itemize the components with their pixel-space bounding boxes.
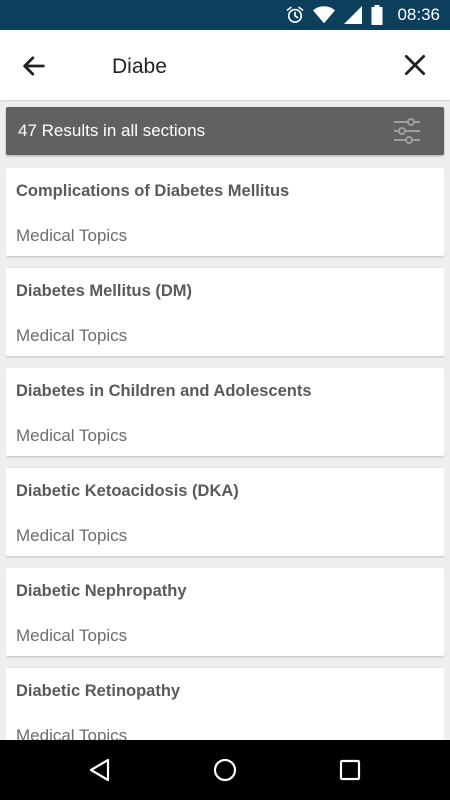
arrow-left-icon[interactable] [20,52,48,80]
results-summary-bar: 47 Results in all sections [6,107,444,155]
system-nav-bar [0,740,450,800]
alarm-icon [287,6,304,23]
result-section: Medical Topics [16,326,128,345]
result-card[interactable]: Diabetic Retinopathy Medical Topics [6,668,444,740]
back-triangle-icon[interactable] [87,757,113,783]
result-section: Medical Topics [16,726,128,740]
result-card[interactable]: Complications of Diabetes Mellitus Medic… [6,168,444,256]
results-count-label: 47 Results in all sections [18,121,206,140]
result-title: Complications of Diabetes Mellitus [16,182,290,200]
search-app-bar [0,30,450,100]
signal-icon [344,6,363,24]
search-input[interactable] [110,50,374,84]
result-card[interactable]: Diabetic Nephropathy Medical Topics [6,568,444,656]
result-card[interactable]: Diabetic Ketoacidosis (DKA) Medical Topi… [6,468,444,556]
result-section: Medical Topics [16,226,128,245]
wifi-icon [313,6,336,24]
result-title: Diabetic Ketoacidosis (DKA) [16,482,239,500]
result-section: Medical Topics [16,526,128,545]
result-title: Diabetes in Children and Adolescents [16,382,312,400]
status-icons: 08:36 [285,0,440,30]
result-section: Medical Topics [16,426,128,445]
recents-square-icon[interactable] [337,757,363,783]
close-icon[interactable] [402,52,428,78]
results-list: Complications of Diabetes Mellitus Medic… [6,168,444,740]
battery-icon [371,5,383,25]
sliders-icon[interactable] [392,117,422,145]
status-bar: 08:36 [0,0,450,30]
status-time: 08:36 [397,5,440,24]
result-title: Diabetic Retinopathy [16,682,181,700]
result-card[interactable]: Diabetes in Children and Adolescents Med… [6,368,444,456]
result-section: Medical Topics [16,626,128,645]
result-title: Diabetic Nephropathy [16,582,187,600]
home-circle-icon[interactable] [212,757,238,783]
result-card[interactable]: Diabetes Mellitus (DM) Medical Topics [6,268,444,356]
result-title: Diabetes Mellitus (DM) [16,282,193,300]
